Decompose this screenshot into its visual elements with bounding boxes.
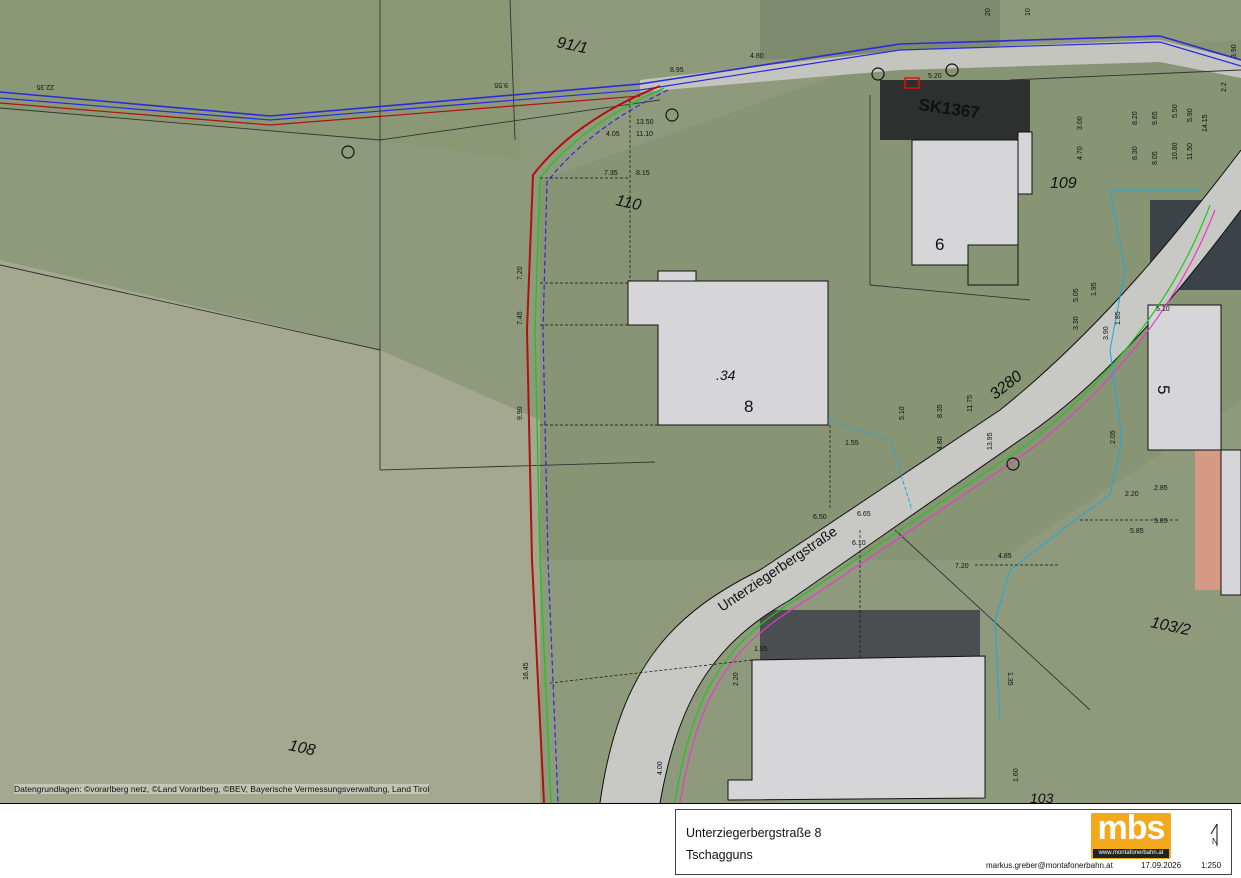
- dim-label: 20: [985, 8, 992, 16]
- print-date: 17.09.2026: [1141, 861, 1182, 870]
- dim-label: 7.20: [955, 563, 969, 570]
- building-5: [1147, 304, 1222, 451]
- north-label: N: [1212, 837, 1218, 846]
- logo-url: www.montafonerbahn.at: [1093, 849, 1169, 858]
- dim-label: 7.35: [604, 170, 618, 177]
- address-line-2: Tschagguns: [686, 848, 753, 862]
- dim-label: 8.95: [670, 67, 684, 74]
- dim-label: 3.90: [1103, 326, 1110, 340]
- dim-label: 9.55: [494, 81, 508, 88]
- dim-label: 6.65: [857, 511, 871, 518]
- dim-label: 5.85: [1130, 528, 1144, 535]
- building-number-6: 6: [935, 235, 944, 254]
- dim-label: 2.20: [733, 672, 740, 686]
- building-6-annex: [1017, 131, 1033, 195]
- dim-label: 5.10: [1156, 306, 1170, 313]
- dim-label: 1.85: [1115, 311, 1122, 325]
- dim-label: 3.00: [1077, 116, 1084, 130]
- dim-label: 11.50: [1187, 143, 1194, 160]
- mbs-logo: mbs www.montafonerbahn.at: [1091, 809, 1171, 859]
- dim-label: 8.15: [636, 170, 650, 177]
- dim-label: 11.75: [967, 395, 974, 412]
- map-canvas[interactable]: 91/1 110 109 108 103/2 3280 103 .34 6 8 …: [0, 0, 1241, 804]
- dim-label: 11.10: [636, 131, 653, 138]
- dim-label: 4.85: [998, 553, 1012, 560]
- dim-label: 1.35: [1006, 672, 1013, 686]
- building-8-annex: [657, 270, 697, 282]
- title-box: Unterziegerbergstraße 8 Tschagguns mbs w…: [675, 809, 1232, 875]
- dim-label: 10: [1025, 8, 1032, 16]
- north-arrow-icon: N: [1210, 823, 1218, 846]
- dim-label: 1.60: [1013, 768, 1020, 782]
- building-8: [627, 280, 829, 426]
- dim-label: 2.05: [1110, 430, 1117, 444]
- dim-label: 1.95: [1091, 282, 1098, 296]
- dim-label: 4.00: [657, 761, 664, 775]
- dim-label: 5.90: [1187, 108, 1194, 122]
- dim-label: 2.20: [1125, 491, 1139, 498]
- contact-email: markus.greber@montafonerbahn.at: [986, 861, 1113, 870]
- parcel-label-103: 103: [1030, 790, 1054, 803]
- map-svg: 91/1 110 109 108 103/2 3280 103 .34 6 8 …: [0, 0, 1241, 803]
- dim-label: 5.10: [899, 406, 906, 420]
- dim-label: 1.95: [754, 646, 768, 653]
- dim-label: 6.50: [813, 514, 827, 521]
- dim-label: 5.05: [1073, 288, 1080, 302]
- dim-label: 4.05: [606, 131, 620, 138]
- building-south: [727, 655, 986, 801]
- dim-label: 9.90: [517, 406, 524, 420]
- dim-label: 10.80: [1172, 142, 1179, 160]
- dim-label: 5.20: [928, 73, 942, 80]
- address-line-1: Unterziegerbergstraße 8: [686, 826, 822, 840]
- dim-label: 14.15: [1202, 114, 1209, 132]
- logo-text: mbs: [1097, 809, 1166, 847]
- dim-label: 4.80: [750, 53, 764, 60]
- building-shadow: [760, 610, 980, 660]
- dim-label: 3.30: [1073, 316, 1080, 330]
- dim-label: 7.20: [517, 266, 524, 280]
- dim-label: 22.35: [36, 83, 54, 90]
- parcel-small-label: .34: [716, 367, 736, 383]
- dim-label: 5.50: [1172, 104, 1179, 118]
- dim-label: 6.10: [852, 540, 866, 547]
- dim-label: 8.30: [1132, 146, 1139, 160]
- building-east: [1220, 449, 1241, 596]
- dim-label: 8.05: [1152, 151, 1159, 165]
- dim-label: 8.20: [1132, 111, 1139, 125]
- dim-label: 2.85: [1154, 485, 1168, 492]
- dim-label: 5.85: [1154, 518, 1168, 525]
- dim-label: 4.80: [937, 436, 944, 450]
- building-number-8: 8: [744, 397, 753, 416]
- building-number-5: 5: [1154, 385, 1173, 394]
- map-scale: 1:250: [1201, 861, 1222, 870]
- dim-label: 1.55: [845, 440, 859, 447]
- dim-label: 13.95: [987, 432, 994, 450]
- dim-label: 16.45: [523, 662, 530, 680]
- dim-label: 3.90: [1231, 44, 1238, 58]
- map-attribution: Datengrundlagen: ©vorarlberg netz, ©Land…: [14, 784, 430, 794]
- parcel-label-109: 109: [1050, 175, 1077, 192]
- dim-label: 2.2: [1221, 82, 1228, 92]
- dim-label: 9.65: [1152, 111, 1159, 125]
- dim-label: 7.45: [517, 311, 524, 325]
- dim-label: 13.50: [636, 119, 654, 126]
- dim-label: 8.35: [937, 404, 944, 418]
- dim-label: 4.70: [1077, 146, 1084, 160]
